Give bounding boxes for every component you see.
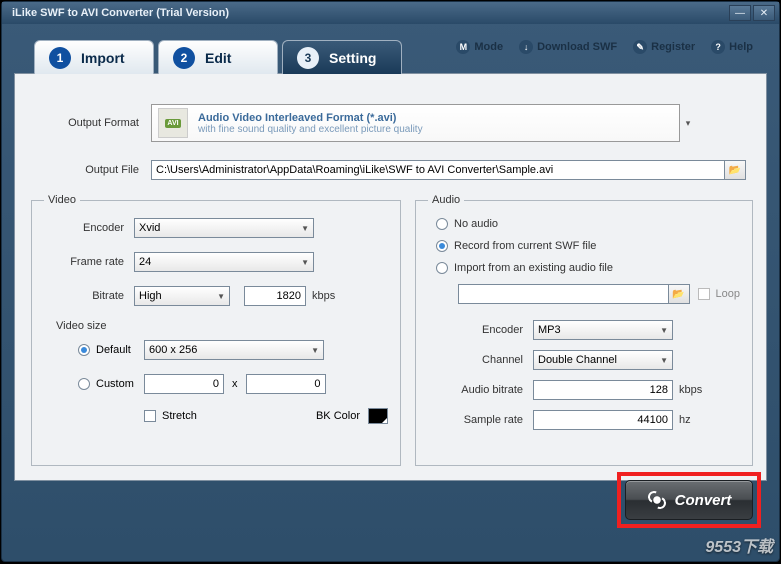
audio-record-label: Record from current SWF file: [454, 240, 596, 252]
video-legend: Video: [44, 194, 80, 206]
close-button[interactable]: ✕: [753, 5, 775, 21]
video-encoder-label: Encoder: [44, 222, 134, 234]
tabs: 1Import 2Edit 3Setting: [34, 40, 406, 74]
menu-help[interactable]: ?Help: [703, 36, 761, 58]
audio-encoder-select[interactable]: MP3: [533, 320, 673, 340]
default-radio-label: Default: [96, 344, 144, 356]
browse-audio-button[interactable]: 📂: [668, 284, 690, 304]
convert-button[interactable]: Convert: [625, 480, 753, 520]
titlebar: iLike SWF to AVI Converter (Trial Versio…: [2, 2, 779, 24]
custom-radio-label: Custom: [96, 378, 144, 390]
format-dropdown-icon[interactable]: ▾: [680, 118, 696, 129]
window-controls: — ✕: [729, 5, 775, 21]
stretch-label: Stretch: [162, 410, 197, 422]
minimize-button[interactable]: —: [729, 5, 751, 21]
video-bitrate-input[interactable]: [244, 286, 306, 306]
video-group: Video Encoder Xvid Frame rate 24 Bitrate…: [31, 194, 401, 466]
format-desc: with fine sound quality and excellent pi…: [198, 124, 423, 135]
tab-setting[interactable]: 3Setting: [282, 40, 402, 74]
audio-file-input[interactable]: [458, 284, 669, 304]
audio-import-radio[interactable]: [436, 262, 448, 274]
output-file-input[interactable]: [151, 160, 725, 180]
menu-mode[interactable]: MMode: [448, 36, 511, 58]
output-format-row: Output Format AVI Audio Video Interleave…: [65, 104, 696, 142]
output-file-row: Output File 📂: [65, 160, 746, 180]
tab-import[interactable]: 1Import: [34, 40, 154, 74]
audio-bitrate-unit: kbps: [679, 384, 702, 396]
audio-encoder-label: Encoder: [428, 324, 533, 336]
stretch-checkbox[interactable]: [144, 410, 156, 422]
content-panel: Output Format AVI Audio Video Interleave…: [14, 73, 767, 481]
audio-none-radio[interactable]: [436, 218, 448, 230]
video-bitrate-unit: kbps: [312, 290, 335, 302]
sample-rate-label: Sample rate: [428, 414, 533, 426]
video-bitrate-label: Bitrate: [44, 290, 134, 302]
video-size-custom-radio[interactable]: [78, 378, 90, 390]
bk-color-label: BK Color: [316, 410, 360, 422]
video-size-select[interactable]: 600 x 256: [144, 340, 324, 360]
help-icon: ?: [711, 40, 725, 54]
window-title: iLike SWF to AVI Converter (Trial Versio…: [12, 7, 229, 19]
frame-rate-select[interactable]: 24: [134, 252, 314, 272]
video-size-default-radio[interactable]: [78, 344, 90, 356]
avi-icon: AVI: [158, 108, 188, 138]
video-encoder-select[interactable]: Xvid: [134, 218, 314, 238]
audio-bitrate-input[interactable]: [533, 380, 673, 400]
bk-color-picker[interactable]: [368, 408, 388, 424]
sample-rate-unit: hz: [679, 414, 691, 426]
watermark: 9553下载: [705, 533, 773, 557]
menu-register[interactable]: ✎Register: [625, 36, 703, 58]
loop-checkbox[interactable]: [698, 288, 710, 300]
video-bitrate-select[interactable]: High: [134, 286, 230, 306]
convert-icon: [647, 490, 667, 510]
mode-icon: M: [456, 40, 470, 54]
audio-group: Audio No audio Record from current SWF f…: [415, 194, 753, 466]
output-format-select[interactable]: AVI Audio Video Interleaved Format (*.av…: [151, 104, 680, 142]
audio-import-label: Import from an existing audio file: [454, 262, 613, 274]
audio-channel-select[interactable]: Double Channel: [533, 350, 673, 370]
output-format-label: Output Format: [65, 117, 139, 129]
audio-channel-label: Channel: [428, 354, 533, 366]
audio-none-label: No audio: [454, 218, 498, 230]
loop-label: Loop: [716, 288, 740, 300]
browse-output-button[interactable]: 📂: [724, 160, 746, 180]
tab-edit[interactable]: 2Edit: [158, 40, 278, 74]
register-icon: ✎: [633, 40, 647, 54]
convert-highlight: Convert: [617, 472, 761, 528]
menu-download-swf[interactable]: ↓Download SWF: [511, 36, 625, 58]
audio-legend: Audio: [428, 194, 464, 206]
sample-rate-input[interactable]: [533, 410, 673, 430]
frame-rate-label: Frame rate: [44, 256, 134, 268]
custom-height-input[interactable]: [246, 374, 326, 394]
audio-bitrate-label: Audio bitrate: [428, 384, 533, 396]
output-file-label: Output File: [65, 164, 139, 176]
video-size-label: Video size: [44, 320, 134, 332]
app-window: iLike SWF to AVI Converter (Trial Versio…: [1, 1, 780, 562]
custom-width-input[interactable]: [144, 374, 224, 394]
format-title: Audio Video Interleaved Format (*.avi): [198, 112, 423, 124]
download-icon: ↓: [519, 40, 533, 54]
audio-record-radio[interactable]: [436, 240, 448, 252]
